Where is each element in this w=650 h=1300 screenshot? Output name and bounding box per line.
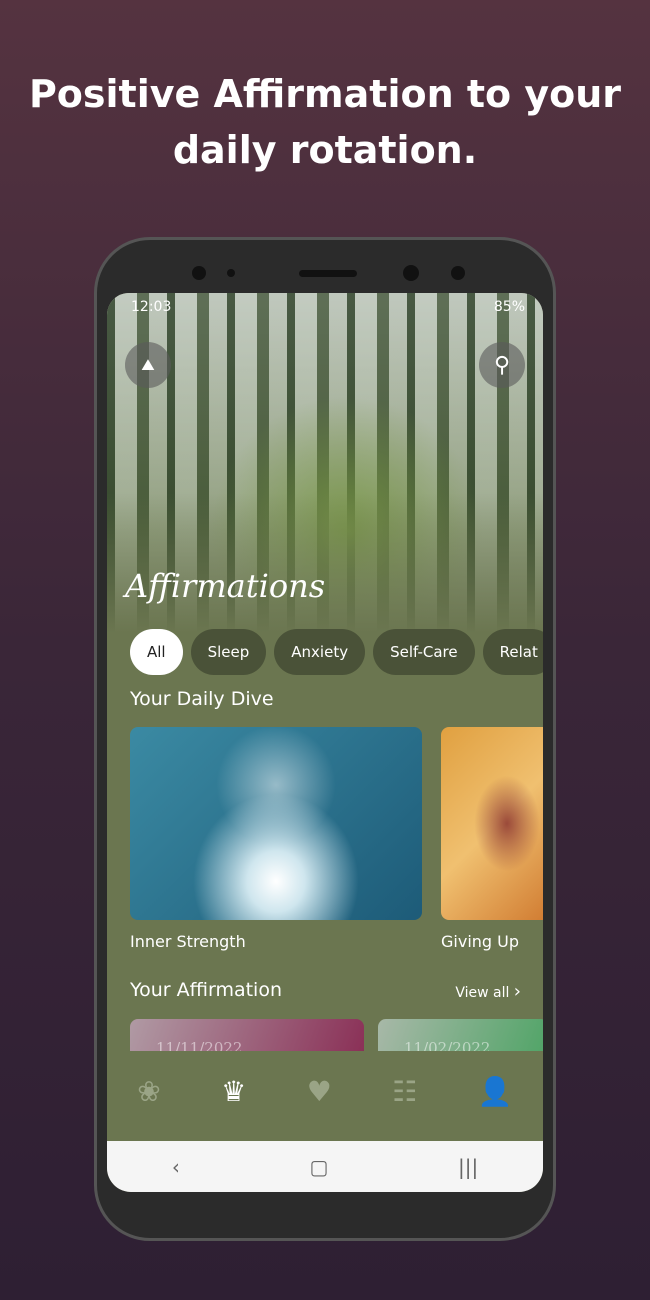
chip-relationships[interactable]: Relat bbox=[482, 629, 543, 675]
headline: Positive Affirmation to your daily rotat… bbox=[28, 72, 622, 172]
speaker bbox=[299, 270, 357, 277]
list-icon[interactable]: ☷ bbox=[392, 1075, 417, 1108]
view-all-label: View all bbox=[455, 985, 510, 1001]
card-caption: Inner Strength bbox=[130, 932, 246, 951]
chevron-right-icon: › bbox=[513, 981, 521, 1002]
app-screen: 12:03 85% ⛰ ⚲ Affirmations All Sleep Anx… bbox=[107, 293, 543, 1192]
image-icon: ⛰ bbox=[141, 355, 155, 374]
search-button[interactable]: ⚲ bbox=[479, 342, 525, 388]
status-time: 12:03 bbox=[131, 299, 172, 315]
gallery-button[interactable]: ⛰ bbox=[125, 342, 171, 388]
crown-icon[interactable]: ♛ bbox=[221, 1075, 246, 1108]
daily-dive-title: Your Daily Dive bbox=[130, 688, 274, 710]
card-caption: Giving Up bbox=[441, 932, 520, 951]
status-battery: 85% bbox=[493, 299, 525, 315]
view-all-link[interactable]: View all › bbox=[455, 981, 521, 1002]
user-icon[interactable]: 👤 bbox=[478, 1075, 513, 1108]
camera-icon bbox=[192, 266, 206, 280]
category-chips: All Sleep Anxiety Self-Care Relat bbox=[130, 629, 543, 675]
chip-sleep[interactable]: Sleep bbox=[190, 629, 267, 675]
heart-icon[interactable]: ♥ bbox=[307, 1075, 332, 1108]
sensor-icon bbox=[227, 269, 235, 277]
chip-self-care[interactable]: Self-Care bbox=[373, 629, 475, 675]
daily-card-giving-up[interactable] bbox=[441, 727, 543, 920]
system-nav: ‹ ▢ ||| bbox=[107, 1141, 543, 1192]
home-icon[interactable]: ▢ bbox=[309, 1155, 328, 1179]
daily-card-inner-strength[interactable] bbox=[130, 727, 422, 920]
recents-icon[interactable]: ||| bbox=[458, 1155, 478, 1179]
back-icon[interactable]: ‹ bbox=[172, 1155, 180, 1179]
search-icon: ⚲ bbox=[493, 352, 511, 378]
your-affirmation-title: Your Affirmation bbox=[130, 979, 282, 1001]
chip-anxiety[interactable]: Anxiety bbox=[274, 629, 366, 675]
bottom-nav: ❀ ♛ ♥ ☷ 👤 bbox=[107, 1051, 543, 1141]
chip-all[interactable]: All bbox=[130, 629, 183, 675]
lotus-icon[interactable]: ❀ bbox=[137, 1075, 160, 1108]
camera-icon bbox=[403, 265, 419, 281]
status-bar: 12:03 85% bbox=[131, 299, 525, 315]
hero-fade bbox=[107, 493, 543, 633]
sensor-icon bbox=[451, 266, 465, 280]
app-title: Affirmations bbox=[125, 567, 326, 605]
